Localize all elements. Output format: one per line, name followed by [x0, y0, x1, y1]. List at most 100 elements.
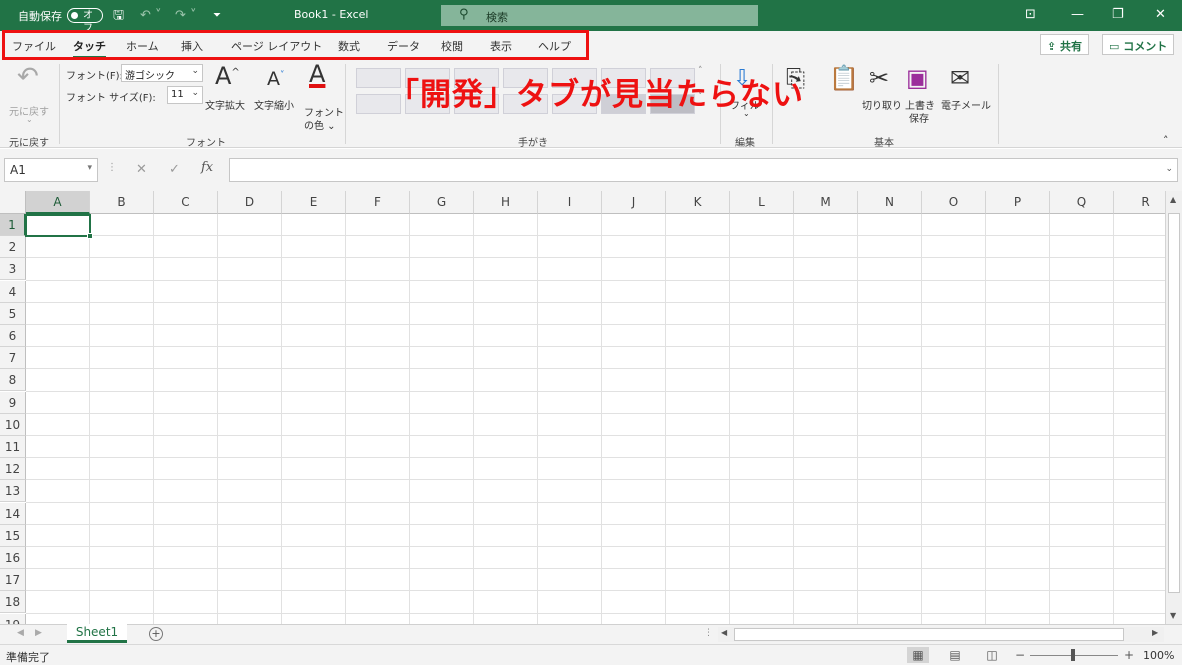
row-header[interactable]: 17 — [0, 569, 26, 592]
normal-view-icon[interactable]: ▦ — [907, 647, 929, 663]
column-header[interactable]: K — [666, 191, 730, 214]
grow-font-label[interactable]: 文字拡大 — [205, 97, 245, 112]
font-color-icon[interactable]: A — [309, 60, 325, 88]
redo-icon[interactable]: ↷ ˅ — [175, 7, 197, 24]
row-header[interactable]: 1 — [0, 214, 26, 236]
row-header[interactable]: 16 — [0, 547, 26, 569]
close-icon[interactable]: ✕ — [1155, 7, 1166, 23]
row-header[interactable]: 5 — [0, 302, 26, 325]
row-header[interactable]: 9 — [0, 391, 26, 414]
split-handle-icon[interactable]: ⋮ — [704, 628, 713, 638]
row-header[interactable]: 3 — [0, 258, 26, 281]
column-header[interactable]: B — [90, 191, 154, 214]
email-label[interactable]: 電子メール — [941, 97, 991, 112]
row-header[interactable]: 18 — [0, 591, 26, 614]
column-header[interactable]: Q — [1050, 191, 1114, 214]
column-header[interactable]: D — [218, 191, 282, 214]
column-header[interactable]: G — [410, 191, 474, 214]
enter-icon[interactable]: ✓ — [169, 162, 180, 177]
horizontal-scrollbar[interactable]: ◀ ▶ — [718, 627, 1164, 642]
row-header[interactable]: 6 — [0, 325, 26, 347]
shrink-font-label[interactable]: 文字縮小 — [254, 97, 294, 112]
zoom-slider-knob[interactable] — [1071, 649, 1075, 661]
active-cell[interactable] — [25, 214, 93, 239]
column-header[interactable]: M — [794, 191, 858, 214]
row-header[interactable]: 2 — [0, 236, 26, 259]
scroll-right-icon[interactable]: ▶ — [1152, 628, 1158, 637]
save-icon[interactable]: 🖫 — [113, 7, 124, 24]
row-header[interactable]: 19 — [0, 613, 26, 624]
select-all-corner[interactable] — [0, 191, 26, 214]
name-box[interactable]: A1 ▾ — [4, 158, 98, 182]
status-text: 準備完了 — [6, 651, 50, 664]
formula-input[interactable]: ⌄ — [229, 158, 1178, 182]
vertical-scrollbar[interactable]: ▲ ▼ — [1165, 191, 1182, 624]
undo-dropdown-icon[interactable]: ⌄ — [26, 115, 33, 124]
prev-sheet-icon[interactable]: ◀ — [17, 628, 24, 638]
column-header[interactable]: H — [474, 191, 538, 214]
column-header[interactable]: A — [26, 191, 90, 214]
add-sheet-icon[interactable]: + — [149, 627, 163, 641]
column-header[interactable]: F — [346, 191, 410, 214]
column-header[interactable]: O — [922, 191, 986, 214]
row-header[interactable]: 4 — [0, 280, 26, 303]
fill-handle[interactable] — [87, 233, 93, 239]
zoom-out-icon[interactable]: − — [1015, 648, 1025, 662]
restore-icon[interactable]: ❐ — [1112, 7, 1124, 23]
zoom-level[interactable]: 100% — [1143, 649, 1174, 662]
share-button[interactable]: ⇪ 共有 — [1040, 34, 1090, 55]
row-header[interactable]: 14 — [0, 502, 26, 525]
column-header[interactable]: C — [154, 191, 218, 214]
row-header[interactable]: 13 — [0, 480, 26, 503]
column-header[interactable]: J — [602, 191, 666, 214]
paste-icon[interactable]: 📋 — [829, 64, 859, 92]
row-header[interactable]: 15 — [0, 524, 26, 547]
font-size-combo[interactable]: 11 ⌄ — [167, 86, 203, 104]
undo-icon[interactable]: ↶ ˅ — [140, 7, 162, 24]
row-header[interactable]: 11 — [0, 436, 26, 458]
font-name-combo[interactable]: 游ゴシック ⌄ — [121, 64, 203, 82]
search-box[interactable]: ⚲ 検索 — [441, 5, 758, 26]
collapse-ribbon-icon[interactable]: ˄ — [1163, 134, 1169, 147]
font-color-label-2[interactable]: の色 ⌄ — [304, 117, 336, 132]
column-header[interactable]: P — [986, 191, 1050, 214]
scroll-up-icon[interactable]: ▲ — [1170, 195, 1176, 204]
page-break-view-icon[interactable]: ◫ — [981, 647, 1003, 663]
next-sheet-icon[interactable]: ▶ — [35, 628, 42, 638]
column-header[interactable]: E — [282, 191, 346, 214]
zoom-in-icon[interactable]: + — [1124, 648, 1134, 662]
email-icon[interactable]: ✉ — [950, 64, 970, 92]
ribbon-display-icon[interactable]: ⊡ — [1025, 7, 1036, 23]
column-header[interactable]: I — [538, 191, 602, 214]
undo-large-icon[interactable]: ↶ — [17, 62, 39, 92]
comment-button[interactable]: ▭ コメント — [1102, 34, 1175, 55]
gridline — [665, 214, 666, 624]
column-header[interactable]: L — [730, 191, 794, 214]
row-header[interactable]: 8 — [0, 369, 26, 392]
expand-formula-icon[interactable]: ⌄ — [1165, 164, 1173, 174]
scissors-icon[interactable]: ✂ — [869, 64, 889, 92]
minimize-icon[interactable]: — — [1071, 7, 1084, 23]
insert-function-icon[interactable]: fx — [201, 160, 213, 175]
shrink-font-icon[interactable]: A˅ — [267, 68, 285, 90]
row-header[interactable]: 7 — [0, 347, 26, 370]
scroll-down-icon[interactable]: ▼ — [1170, 611, 1176, 620]
column-header[interactable]: N — [858, 191, 922, 214]
cut-label[interactable]: 切り取り — [862, 97, 902, 112]
customize-qat-icon[interactable]: ⏷ — [213, 7, 221, 24]
spreadsheet-grid[interactable]: A B C D E F G H I J K L M N O P Q R 1 2 3 4 5 6 7 8 9 10 11 12 13 14 15 1… — [0, 191, 1165, 624]
save-label-2[interactable]: 保存 — [909, 110, 929, 125]
scroll-thumb[interactable] — [1168, 213, 1180, 593]
autosave-toggle[interactable]: オフ — [67, 8, 103, 34]
scroll-left-icon[interactable]: ◀ — [721, 628, 727, 637]
column-header[interactable]: R — [1114, 191, 1165, 214]
page-layout-view-icon[interactable]: ▤ — [944, 647, 966, 663]
save-large-icon[interactable]: ▣ — [906, 64, 929, 92]
row-header[interactable]: 10 — [0, 413, 26, 436]
gridline — [26, 301, 1165, 303]
row-header[interactable]: 12 — [0, 458, 26, 481]
cancel-icon[interactable]: ✕ — [136, 162, 147, 177]
grow-font-icon[interactable]: A^ — [215, 62, 240, 90]
sheet-tab[interactable]: Sheet1 — [67, 624, 127, 643]
scroll-thumb[interactable] — [734, 628, 1124, 641]
